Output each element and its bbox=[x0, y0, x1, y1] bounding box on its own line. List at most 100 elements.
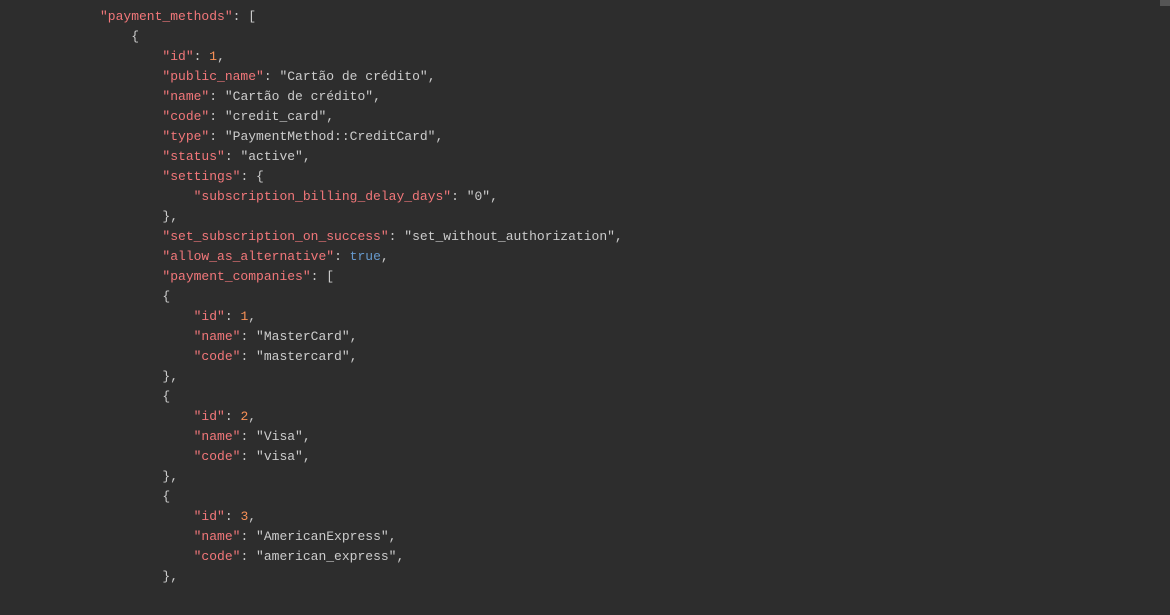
json-key: "name" bbox=[194, 529, 241, 544]
punctuation: : bbox=[225, 409, 241, 424]
code-line: "status": "active", bbox=[100, 147, 1170, 167]
json-boolean: true bbox=[350, 249, 381, 264]
punctuation bbox=[100, 569, 162, 584]
code-line: { bbox=[100, 287, 1170, 307]
code-block: "payment_methods": [ { "id": 1, "public_… bbox=[0, 0, 1170, 587]
punctuation: : bbox=[225, 509, 241, 524]
punctuation: , bbox=[373, 89, 381, 104]
json-key: "subscription_billing_delay_days" bbox=[194, 189, 451, 204]
punctuation: , bbox=[217, 49, 225, 64]
punctuation: : bbox=[240, 429, 256, 444]
punctuation bbox=[100, 289, 162, 304]
json-key: "id" bbox=[194, 509, 225, 524]
punctuation: , bbox=[303, 429, 311, 444]
punctuation bbox=[100, 469, 162, 484]
punctuation bbox=[100, 529, 194, 544]
punctuation bbox=[100, 189, 194, 204]
punctuation: , bbox=[381, 249, 389, 264]
punctuation bbox=[100, 69, 162, 84]
code-line: { bbox=[100, 27, 1170, 47]
code-line: "name": "Visa", bbox=[100, 427, 1170, 447]
json-key: "id" bbox=[162, 49, 193, 64]
punctuation bbox=[100, 549, 194, 564]
json-string: "set_without_authorization" bbox=[404, 229, 615, 244]
punctuation: , bbox=[435, 129, 443, 144]
code-line: }, bbox=[100, 367, 1170, 387]
json-string: "PaymentMethod::CreditCard" bbox=[225, 129, 436, 144]
json-key: "set_subscription_on_success" bbox=[162, 229, 388, 244]
punctuation: , bbox=[248, 409, 256, 424]
json-string: "0" bbox=[467, 189, 490, 204]
json-key: "type" bbox=[162, 129, 209, 144]
punctuation: }, bbox=[162, 469, 178, 484]
code-line: "code": "credit_card", bbox=[100, 107, 1170, 127]
punctuation bbox=[100, 249, 162, 264]
punctuation: : bbox=[334, 249, 350, 264]
punctuation: { bbox=[162, 489, 170, 504]
punctuation bbox=[100, 89, 162, 104]
json-key: "name" bbox=[162, 89, 209, 104]
punctuation: : bbox=[194, 49, 210, 64]
punctuation: : bbox=[264, 69, 280, 84]
code-line: }, bbox=[100, 467, 1170, 487]
punctuation: : bbox=[209, 89, 225, 104]
json-key: "code" bbox=[194, 549, 241, 564]
json-key: "allow_as_alternative" bbox=[162, 249, 334, 264]
code-line: "name": "MasterCard", bbox=[100, 327, 1170, 347]
json-string: "credit_card" bbox=[225, 109, 326, 124]
code-line: "allow_as_alternative": true, bbox=[100, 247, 1170, 267]
scrollbar-thumb[interactable] bbox=[1160, 0, 1170, 6]
punctuation: : [ bbox=[311, 269, 334, 284]
code-line: "id": 3, bbox=[100, 507, 1170, 527]
code-line: "name": "AmericanExpress", bbox=[100, 527, 1170, 547]
punctuation bbox=[100, 449, 194, 464]
code-line: { bbox=[100, 487, 1170, 507]
punctuation: : bbox=[451, 189, 467, 204]
scrollbar-track[interactable] bbox=[1160, 0, 1170, 615]
json-string: "Cartão de crédito" bbox=[279, 69, 427, 84]
punctuation: : bbox=[209, 109, 225, 124]
punctuation: : bbox=[225, 149, 241, 164]
punctuation bbox=[100, 269, 162, 284]
punctuation: , bbox=[389, 529, 397, 544]
code-line: "code": "visa", bbox=[100, 447, 1170, 467]
punctuation: : bbox=[240, 329, 256, 344]
punctuation: , bbox=[326, 109, 334, 124]
punctuation: , bbox=[248, 309, 256, 324]
code-line: "id": 2, bbox=[100, 407, 1170, 427]
punctuation bbox=[100, 209, 162, 224]
punctuation bbox=[100, 109, 162, 124]
punctuation bbox=[100, 309, 194, 324]
punctuation bbox=[100, 329, 194, 344]
json-key: "code" bbox=[162, 109, 209, 124]
json-key: "code" bbox=[194, 349, 241, 364]
punctuation bbox=[100, 29, 131, 44]
punctuation: : bbox=[240, 449, 256, 464]
punctuation bbox=[100, 169, 162, 184]
code-line: "payment_methods": [ bbox=[100, 7, 1170, 27]
punctuation bbox=[100, 429, 194, 444]
punctuation: , bbox=[490, 189, 498, 204]
punctuation bbox=[100, 489, 162, 504]
json-key: "payment_companies" bbox=[162, 269, 310, 284]
json-key: "name" bbox=[194, 329, 241, 344]
json-string: "american_express" bbox=[256, 549, 396, 564]
punctuation: : [ bbox=[233, 9, 256, 24]
punctuation: , bbox=[248, 509, 256, 524]
json-string: "visa" bbox=[256, 449, 303, 464]
punctuation: , bbox=[350, 329, 358, 344]
punctuation: : { bbox=[240, 169, 263, 184]
punctuation bbox=[100, 349, 194, 364]
punctuation: }, bbox=[162, 569, 178, 584]
code-line: "type": "PaymentMethod::CreditCard", bbox=[100, 127, 1170, 147]
punctuation: : bbox=[225, 309, 241, 324]
json-key: "public_name" bbox=[162, 69, 263, 84]
punctuation: , bbox=[396, 549, 404, 564]
json-string: "AmericanExpress" bbox=[256, 529, 389, 544]
code-line: }, bbox=[100, 567, 1170, 587]
punctuation bbox=[100, 149, 162, 164]
code-line: "settings": { bbox=[100, 167, 1170, 187]
punctuation: : bbox=[240, 529, 256, 544]
json-key: "payment_methods" bbox=[100, 9, 233, 24]
punctuation: : bbox=[240, 549, 256, 564]
